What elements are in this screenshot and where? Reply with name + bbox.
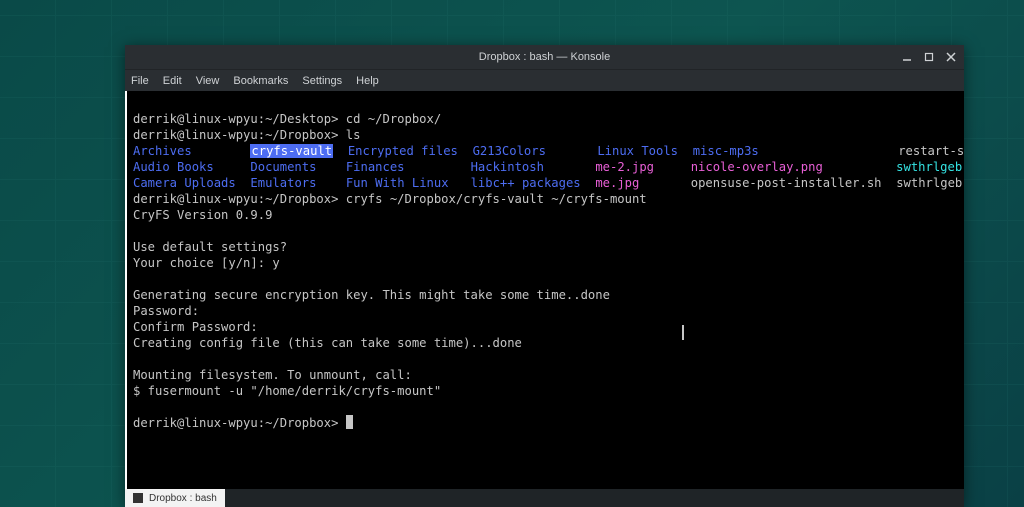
terminal-icon: [133, 493, 143, 503]
taskbar-tab[interactable]: Dropbox : bash: [125, 489, 225, 507]
prompt: derrik@linux-wpyu:~/Desktop>: [133, 112, 338, 126]
terminal-output: Your choice [y/n]: y: [133, 256, 280, 270]
close-button[interactable]: [944, 50, 958, 64]
maximize-button[interactable]: [922, 50, 936, 64]
link-entry: swthrlgeb: [896, 160, 962, 174]
dir-entry: libc++ packages: [471, 176, 581, 190]
terminal-output: Creating config file (this can take some…: [133, 336, 522, 350]
file-entry: opensuse-post-installer.sh: [691, 176, 882, 190]
terminal-output: Password:: [133, 304, 199, 318]
dir-entry: Fun With Linux: [346, 176, 449, 190]
dir-entry: misc-mp3s: [693, 144, 759, 158]
dir-entry: Documents: [250, 160, 316, 174]
image-entry: me-2.jpg: [595, 160, 654, 174]
menubar: File Edit View Bookmarks Settings Help: [125, 69, 964, 91]
dir-entry: Archives: [133, 144, 192, 158]
command-text: cryfs ~/Dropbox/cryfs-vault ~/cryfs-moun…: [338, 192, 646, 206]
menu-edit[interactable]: Edit: [163, 75, 182, 87]
command-text: cd ~/Dropbox/: [338, 112, 441, 126]
minimize-button[interactable]: [900, 50, 914, 64]
dir-entry: Emulators: [250, 176, 316, 190]
image-entry: me.jpg: [595, 176, 639, 190]
text-cursor-icon: [682, 325, 684, 340]
konsole-window: Dropbox : bash — Konsole File Edit View …: [125, 45, 964, 507]
terminal-output: Use default settings?: [133, 240, 287, 254]
dir-entry: Linux Tools: [597, 144, 678, 158]
dir-entry: Finances: [346, 160, 405, 174]
terminal-output: CryFS Version 0.9.9: [133, 208, 272, 222]
file-entry: swthrlgeb-: [896, 176, 964, 190]
menu-file[interactable]: File: [131, 75, 149, 87]
taskbar: Dropbox : bash: [125, 489, 964, 507]
menu-bookmarks[interactable]: Bookmarks: [233, 75, 288, 87]
image-entry: nicole-overlay.png: [691, 160, 823, 174]
menu-view[interactable]: View: [196, 75, 220, 87]
terminal-output: Confirm Password:: [133, 320, 258, 334]
dir-entry: Camera Uploads: [133, 176, 236, 190]
menu-help[interactable]: Help: [356, 75, 379, 87]
dir-entry: Hackintosh: [471, 160, 544, 174]
prompt: derrik@linux-wpyu:~/Dropbox>: [133, 416, 338, 430]
terminal-cursor: [346, 415, 353, 429]
window-title: Dropbox : bash — Konsole: [479, 51, 610, 63]
taskbar-tab-label: Dropbox : bash: [149, 493, 217, 504]
terminal-output: Generating secure encryption key. This m…: [133, 288, 610, 302]
window-controls: [900, 45, 958, 69]
terminal-viewport[interactable]: derrik@linux-wpyu:~/Desktop> cd ~/Dropbo…: [125, 91, 964, 507]
terminal-output: Mounting filesystem. To unmount, call:: [133, 368, 412, 382]
command-text: ls: [338, 128, 360, 142]
prompt: derrik@linux-wpyu:~/Dropbox>: [133, 192, 338, 206]
dir-entry: G213Colors: [473, 144, 546, 158]
dir-entry: Encrypted files: [348, 144, 458, 158]
dir-entry: Audio Books: [133, 160, 214, 174]
dir-entry-highlighted: cryfs-vault: [250, 144, 333, 158]
file-entry: restart-se: [898, 144, 964, 158]
prompt: derrik@linux-wpyu:~/Dropbox>: [133, 128, 338, 142]
terminal-output: $ fusermount -u "/home/derrik/cryfs-moun…: [133, 384, 441, 398]
menu-settings[interactable]: Settings: [302, 75, 342, 87]
titlebar[interactable]: Dropbox : bash — Konsole: [125, 45, 964, 69]
